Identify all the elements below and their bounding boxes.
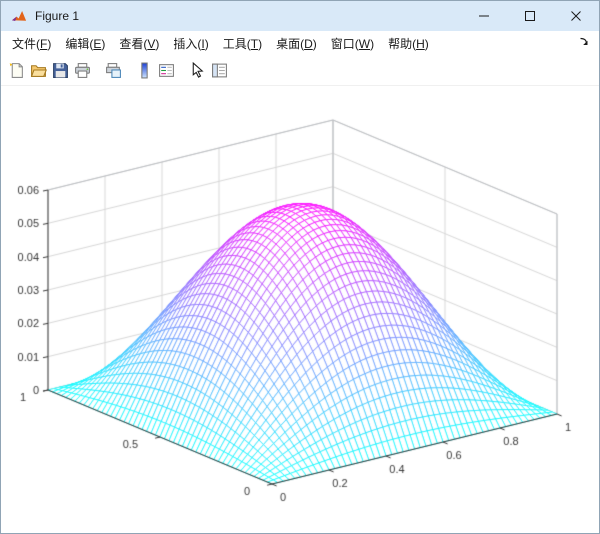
menu-item-edit[interactable]: 编辑(E) [58,32,112,55]
menu-item-help[interactable]: 帮助(H) [381,32,436,55]
close-button[interactable] [553,1,599,31]
close-icon [571,9,581,24]
titlebar[interactable]: Figure 1 [1,1,599,31]
window-controls [461,1,599,31]
save-figure-button[interactable] [49,58,71,82]
window-title: Figure 1 [35,9,80,23]
colorbar-icon [136,62,153,79]
cursor-arrow-icon [189,61,206,79]
dock-figure-icon[interactable] [579,37,590,48]
printer-icon [74,62,91,79]
property-inspector-icon [211,62,228,79]
toolbar [1,55,599,86]
new-document-icon [8,62,25,79]
open-file-button[interactable] [27,58,49,82]
maximize-button[interactable] [507,1,553,31]
property-inspector-button[interactable] [208,58,230,82]
matlab-logo-icon [11,8,27,24]
figure-window: Figure 1 文件(F) 编辑(E) 查看(V) 插入(I) 工具(T) 桌面(D) 窗… [0,0,600,534]
save-floppy-icon [52,62,69,79]
insert-colorbar-button[interactable] [133,58,155,82]
maximize-icon [525,9,535,24]
open-folder-icon [30,62,47,79]
edit-plot-button[interactable] [186,58,208,82]
menu-item-view[interactable]: 查看(V) [112,32,166,55]
print-figure-button[interactable] [71,58,93,82]
minimize-icon [479,9,489,24]
menu-item-file[interactable]: 文件(F) [5,32,58,55]
menu-item-tools[interactable]: 工具(T) [216,32,269,55]
menu-item-window[interactable]: 窗口(W) [324,32,381,55]
menu-item-desktop[interactable]: 桌面(D) [269,32,324,55]
figure-canvas-area [1,86,599,533]
minimize-button[interactable] [461,1,507,31]
print-preview-button[interactable] [102,58,124,82]
print-preview-icon [105,62,122,79]
menubar: 文件(F) 编辑(E) 查看(V) 插入(I) 工具(T) 桌面(D) 窗口(W) 帮助(H) [1,31,599,55]
menu-item-insert[interactable]: 插入(I) [166,32,215,55]
new-figure-button[interactable] [5,58,27,82]
insert-legend-button[interactable] [155,58,177,82]
surface-plot-canvas[interactable] [1,86,599,533]
legend-icon [158,62,175,79]
